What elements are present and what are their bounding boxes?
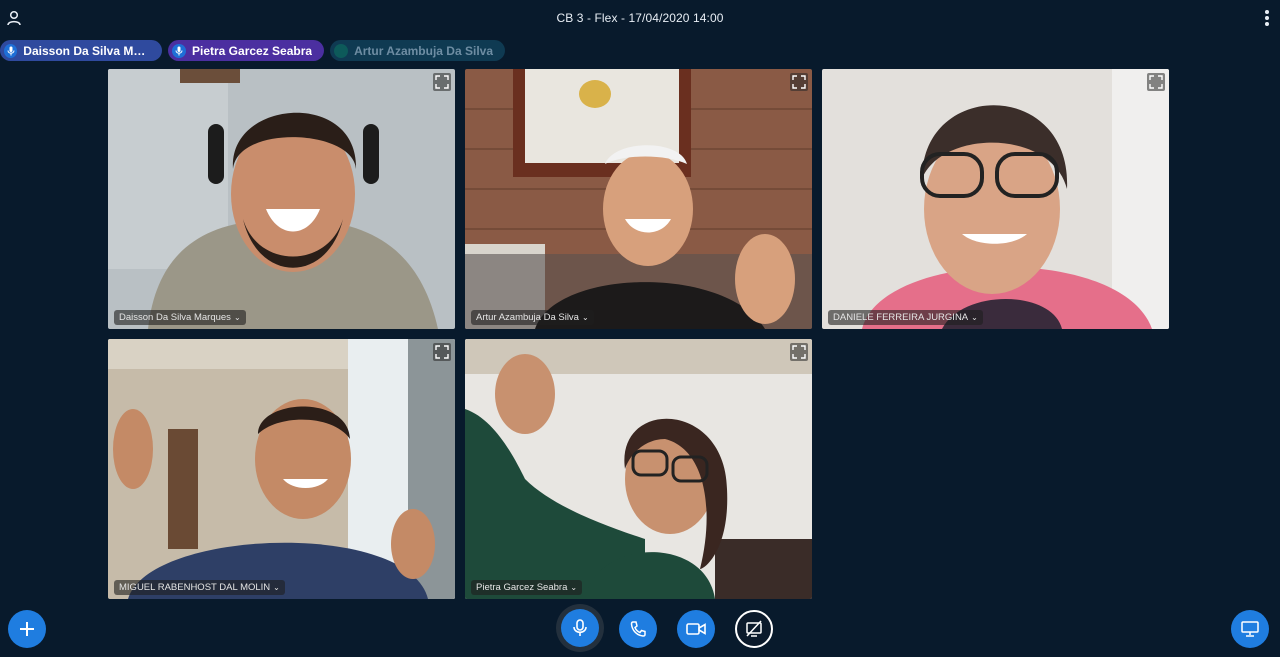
participant-name: MIGUEL RABENHOST DAL MOLIN (119, 582, 271, 593)
expand-icon[interactable] (790, 343, 808, 361)
presentation-icon (1241, 621, 1259, 637)
microphone-icon (172, 43, 186, 58)
talking-indicators: Daisson Da Silva Mar… Pietra Garcez Seab… (0, 40, 506, 62)
participant-name: Artur Azambuja Da Silva (476, 312, 579, 323)
video-camera-icon (686, 623, 706, 635)
talker-name: Pietra Garcez Seabra (192, 43, 313, 58)
participant-name: DANIELE FERREIRA JURGINA (833, 312, 969, 323)
meeting-title: CB 3 - Flex - 17/04/2020 14:00 (556, 11, 724, 25)
screen-share-button[interactable] (735, 610, 773, 648)
participant-video (108, 339, 455, 599)
phone-icon (630, 621, 646, 637)
presentation-button[interactable] (1231, 610, 1269, 648)
participant-name-tag[interactable]: MIGUEL RABENHOST DAL MOLIN ⌄ (114, 580, 285, 595)
expand-icon[interactable] (1147, 73, 1165, 91)
expand-icon[interactable] (790, 73, 808, 91)
microphone-button[interactable] (561, 609, 599, 647)
chevron-down-icon: ⌄ (570, 583, 578, 592)
participant-name-tag[interactable]: Daisson Da Silva Marques ⌄ (114, 310, 246, 325)
chevron-down-icon: ⌄ (581, 313, 589, 322)
top-bar: CB 3 - Flex - 17/04/2020 14:00 (0, 0, 1280, 38)
participant-video (465, 69, 812, 329)
conference-app: CB 3 - Flex - 17/04/2020 14:00 Daisson D… (0, 0, 1280, 657)
status-dot-icon (334, 43, 349, 58)
chevron-down-icon: ⌄ (233, 313, 241, 322)
participant-name: Pietra Garcez Seabra (476, 582, 568, 593)
video-tile[interactable]: Daisson Da Silva Marques ⌄ (108, 69, 455, 329)
plus-icon (20, 622, 34, 636)
participant-video (822, 69, 1169, 329)
leave-audio-button[interactable] (619, 610, 657, 648)
expand-icon[interactable] (433, 73, 451, 91)
microphone-icon (4, 43, 18, 58)
video-tile[interactable]: DANIELE FERREIRA JURGINA ⌄ (822, 69, 1169, 329)
participant-name: Daisson Da Silva Marques (119, 312, 231, 323)
participant-name-tag[interactable]: Artur Azambuja Da Silva ⌄ (471, 310, 594, 325)
microphone-icon (573, 619, 587, 636)
participant-name-tag[interactable]: Pietra Garcez Seabra ⌄ (471, 580, 583, 595)
talker-name: Artur Azambuja Da Silva (354, 43, 494, 58)
talker-name: Daisson Da Silva Mar… (23, 43, 150, 58)
participant-video (108, 69, 455, 329)
chevron-down-icon: ⌄ (273, 583, 280, 592)
talker-pill[interactable]: Daisson Da Silva Mar… (0, 40, 162, 61)
actions-button[interactable] (8, 610, 46, 648)
participant-video (465, 339, 812, 599)
expand-icon[interactable] (433, 343, 451, 361)
video-tile[interactable]: Pietra Garcez Seabra ⌄ (465, 339, 812, 599)
video-tile[interactable]: Artur Azambuja Da Silva ⌄ (465, 69, 812, 329)
talker-pill[interactable]: Artur Azambuja Da Silva (330, 40, 506, 61)
participant-name-tag[interactable]: DANIELE FERREIRA JURGINA ⌄ (828, 310, 983, 325)
screen-share-off-icon (746, 620, 762, 637)
chevron-down-icon: ⌄ (971, 313, 978, 322)
camera-button[interactable] (677, 610, 715, 648)
talker-pill[interactable]: Pietra Garcez Seabra (168, 40, 325, 61)
video-tile[interactable]: MIGUEL RABENHOST DAL MOLIN ⌄ (108, 339, 455, 599)
kebab-menu-icon[interactable] (1264, 10, 1270, 28)
